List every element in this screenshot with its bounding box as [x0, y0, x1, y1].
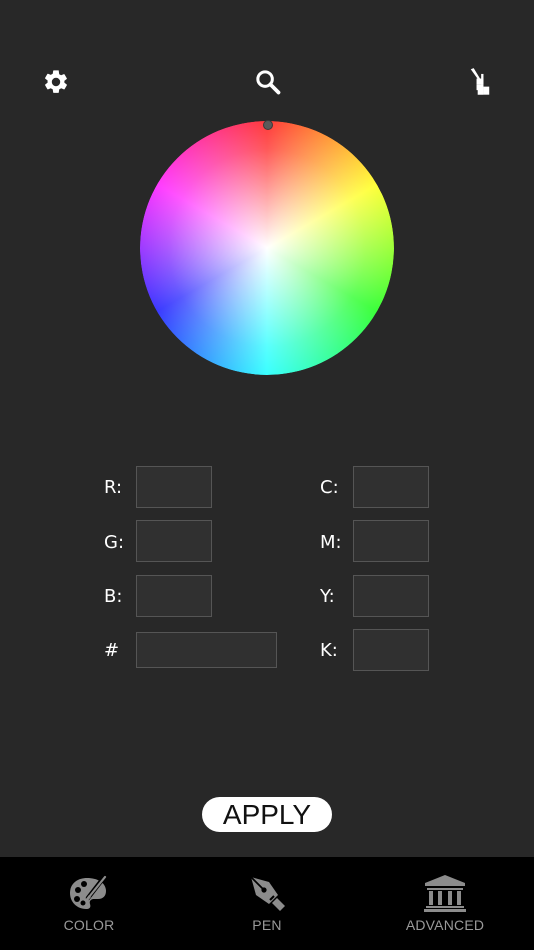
- b-input[interactable]: [136, 575, 212, 617]
- pen-nib-icon: [247, 871, 287, 915]
- k-input[interactable]: [353, 629, 429, 671]
- brush-button[interactable]: [464, 66, 496, 98]
- search-button[interactable]: [252, 66, 284, 98]
- y-label: Y:: [320, 586, 335, 607]
- k-label: K:: [320, 640, 338, 661]
- brush-icon: [470, 68, 490, 95]
- hex-label: #: [104, 640, 120, 661]
- tab-color-label: COLOR: [63, 917, 115, 933]
- y-input[interactable]: [353, 575, 429, 617]
- color-wheel-saturation-layer: [140, 121, 394, 375]
- b-label: B:: [104, 586, 123, 607]
- apply-button[interactable]: APPLY: [202, 797, 332, 832]
- settings-button[interactable]: [40, 66, 72, 98]
- color-wheel-selector-handle[interactable]: [263, 120, 273, 130]
- search-icon: [256, 70, 281, 95]
- building-icon: [421, 871, 469, 915]
- c-label: C:: [320, 477, 339, 498]
- tab-color[interactable]: COLOR: [49, 857, 129, 950]
- r-input[interactable]: [136, 466, 212, 508]
- tab-pen[interactable]: PEN: [227, 857, 307, 950]
- m-label: M:: [320, 532, 342, 553]
- palette-icon: [68, 871, 110, 915]
- color-wheel[interactable]: [140, 121, 394, 375]
- tab-pen-label: PEN: [252, 917, 282, 933]
- bottom-tab-bar: COLOR PEN ADVANCED: [0, 857, 534, 950]
- tab-advanced-label: ADVANCED: [405, 917, 485, 933]
- tab-advanced[interactable]: ADVANCED: [400, 857, 490, 950]
- hex-input[interactable]: [136, 632, 277, 668]
- gear-icon: [45, 70, 67, 93]
- g-label: G:: [104, 532, 125, 553]
- c-input[interactable]: [353, 466, 429, 508]
- m-input[interactable]: [353, 520, 429, 562]
- g-input[interactable]: [136, 520, 212, 562]
- r-label: R:: [104, 477, 123, 498]
